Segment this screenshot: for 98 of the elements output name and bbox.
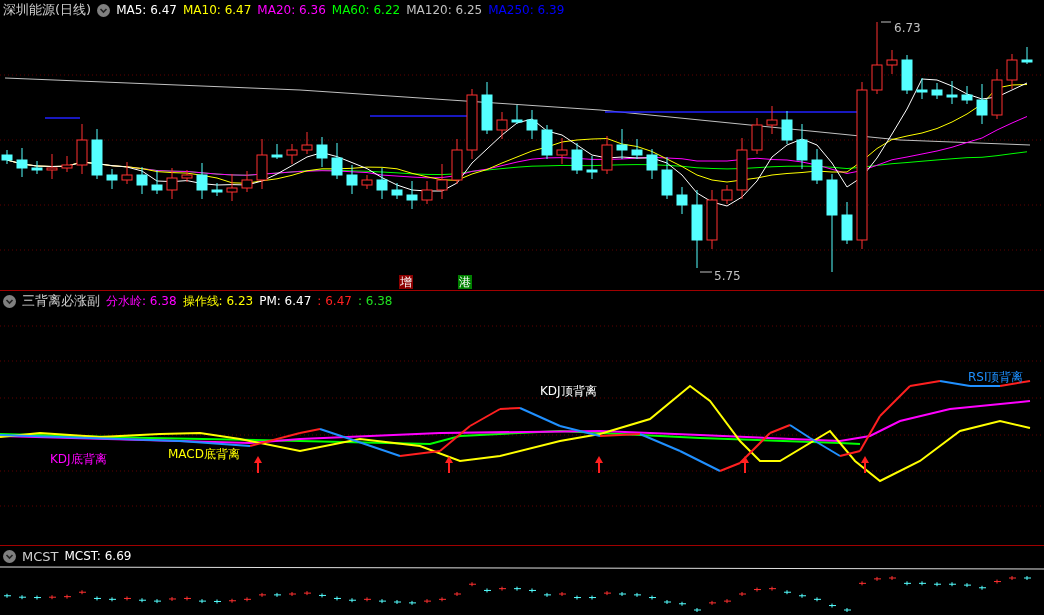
candlestick (46, 153, 58, 180)
candlestick (196, 162, 208, 200)
candlestick (106, 168, 118, 190)
candlestick (256, 138, 268, 190)
high-price-label: 6.73 (894, 21, 921, 35)
candlestick (241, 170, 253, 193)
indicator-value: MA10: 6.47 (182, 3, 252, 17)
divergence-label: KDJ顶背离 (540, 383, 597, 400)
candlestick (271, 143, 283, 160)
candlestick (286, 143, 298, 165)
candlestick (1006, 53, 1018, 90)
dropdown-icon[interactable] (3, 294, 16, 308)
candlestick (436, 163, 448, 200)
candlestick (886, 49, 898, 75)
candlestick (901, 54, 913, 95)
indicator-value: : 6.38 (357, 294, 393, 308)
candlestick (811, 148, 823, 185)
candlestick (61, 155, 73, 173)
candlestick (31, 160, 43, 175)
indicator-value: MA20: 6.36 (257, 3, 326, 17)
candlestick (601, 135, 613, 175)
candlestick (586, 155, 598, 180)
event-badge[interactable]: 港 (458, 275, 472, 289)
candlestick (916, 77, 928, 100)
candlestick (751, 117, 763, 155)
indicator-value: 操作线: 6.23 (182, 292, 254, 310)
indicator-value: MCST: 6.69 (64, 549, 132, 563)
indicator-value: 分水岭: 6.38 (106, 292, 177, 310)
indicator-value: MA60: 6.22 (331, 3, 401, 17)
indicator-title: 三背离必涨副 (22, 292, 100, 310)
event-badge[interactable]: 增 (399, 275, 413, 289)
dropdown-icon[interactable] (97, 3, 111, 17)
candlestick (301, 131, 313, 155)
candlestick (646, 148, 658, 180)
candlestick (391, 182, 403, 200)
candlestick (406, 180, 418, 210)
up-arrow-icon (445, 456, 453, 474)
candlestick (946, 80, 958, 105)
candlestick (211, 182, 223, 197)
indicator-value: MA120: 6.25 (406, 3, 483, 17)
candlestick (376, 167, 388, 200)
up-arrow-icon (741, 456, 749, 474)
up-arrow-icon (595, 456, 603, 474)
candlestick (706, 189, 718, 250)
candlestick (361, 174, 373, 190)
candlestick (91, 128, 103, 180)
dropdown-icon[interactable] (3, 549, 16, 563)
candlestick (511, 104, 523, 125)
candlestick (466, 88, 478, 160)
candlestick (736, 137, 748, 200)
candlestick (541, 124, 553, 160)
candlestick (316, 136, 328, 168)
candlestick (166, 167, 178, 200)
candlestick (151, 169, 163, 195)
candlestick (451, 138, 463, 185)
candlestick (121, 161, 133, 185)
candlestick (1021, 46, 1033, 65)
candlestick (766, 105, 778, 135)
chart-title: 深圳能源(日线) (3, 1, 92, 19)
candlestick (976, 83, 988, 125)
candlestick (781, 110, 793, 145)
candlestick (76, 123, 88, 175)
candlestick (346, 164, 358, 195)
candlestick (841, 201, 853, 245)
divergence-label: KDJ底背离 (50, 451, 107, 468)
candlestick (571, 142, 583, 175)
candlestick (556, 137, 568, 165)
candlestick (676, 186, 688, 215)
candlestick (331, 142, 343, 180)
low-price-label: 5.75 (714, 269, 741, 283)
candlestick (136, 166, 148, 195)
candlestick (931, 82, 943, 100)
candlestick (721, 184, 733, 205)
leader-line (880, 21, 892, 23)
indicator-value: MA250: 6.39 (488, 3, 565, 17)
candlestick (181, 169, 193, 183)
candlestick (796, 123, 808, 170)
candlestick (1, 149, 13, 165)
candlestick (961, 85, 973, 105)
divergence-label: RSI顶背离 (968, 369, 1024, 386)
indicator-value: : 6.47 (317, 294, 352, 308)
divergence-label: MACD底背离 (168, 446, 240, 463)
indicator-title: MCST (22, 548, 59, 564)
up-arrow-icon (861, 456, 869, 474)
candlestick (16, 147, 28, 178)
candlestick (421, 180, 433, 205)
candlestick (616, 128, 628, 160)
candlestick (991, 68, 1003, 120)
indicator-value: MA5: 6.47 (116, 3, 177, 17)
candlestick (496, 111, 508, 140)
indicator-value: PM: 6.47 (259, 294, 312, 308)
candlestick (631, 138, 643, 160)
candlestick (481, 81, 493, 135)
candlestick (526, 109, 538, 140)
up-arrow-icon (254, 456, 262, 474)
candlestick (226, 173, 238, 202)
candlestick (661, 156, 673, 200)
leader-line (699, 271, 713, 273)
